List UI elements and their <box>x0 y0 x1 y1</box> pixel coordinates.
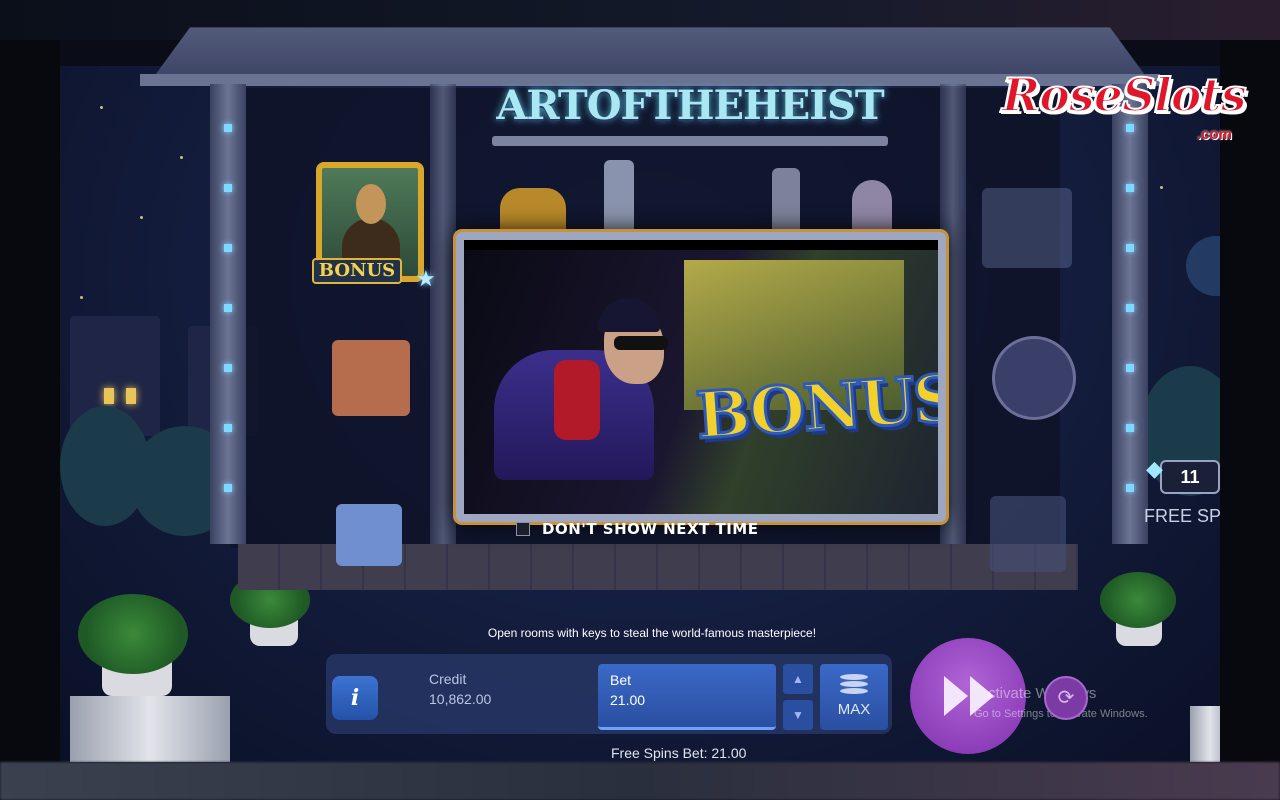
video-letterbox-bottom <box>0 762 1280 800</box>
painting-figure-face <box>356 184 386 224</box>
column-light <box>1126 424 1134 432</box>
title-underline-bar <box>492 136 888 146</box>
max-bet-button[interactable]: MAX <box>820 664 888 730</box>
hint-bar: Open rooms with keys to steal the world-… <box>0 626 1280 640</box>
moon <box>1186 236 1220 296</box>
free-spins-bet: Free Spins Bet: 21.00 <box>611 745 747 761</box>
coin-shape <box>840 674 868 680</box>
painting-figure-body <box>342 218 400 258</box>
star-decoration <box>100 106 103 109</box>
bet-display: Bet 21.00 <box>598 664 776 730</box>
roseslots-logo: RoseSlots .com <box>996 54 1268 150</box>
max-label: MAX <box>837 701 871 718</box>
star-decoration <box>80 296 83 299</box>
letter-k-symbol <box>990 496 1066 572</box>
diamond-icon: ◆ <box>1146 456 1163 481</box>
column-light <box>1126 304 1134 312</box>
coins-icon <box>840 674 868 694</box>
credit-value: 10,862.00 <box>429 691 492 707</box>
thief-hair <box>598 298 660 332</box>
chevron-up-icon: ▲ <box>792 672 804 686</box>
bonus-intro-popup[interactable]: BONUS <box>456 232 946 522</box>
dont-show-next-time-option[interactable]: DON'T SHOW NEXT TIME <box>516 518 758 540</box>
bet-value: 21.00 <box>610 692 646 708</box>
column-light <box>224 124 232 132</box>
dont-show-label: DON'T SHOW NEXT TIME <box>542 520 759 538</box>
museum-column-left <box>210 84 246 544</box>
statue-symbol <box>604 160 634 238</box>
stone-pedestal <box>70 696 230 762</box>
star-decoration <box>1160 186 1163 189</box>
keypad-symbol <box>336 504 402 566</box>
info-button[interactable]: i <box>332 676 378 720</box>
video-side-left <box>0 40 60 762</box>
game-title: ARTOFTHEHEIST <box>496 82 884 129</box>
lit-window <box>104 388 114 404</box>
bet-label: Bet <box>610 672 632 688</box>
popup-animation-scene: BONUS <box>464 250 938 514</box>
star-icon: ★ <box>416 266 436 291</box>
logo-domain: .com <box>1196 126 1232 143</box>
letter-a-symbol <box>982 188 1072 268</box>
bet-decrease-button[interactable]: ▼ <box>783 700 813 730</box>
column-light <box>1126 364 1134 372</box>
autoplay-icon: ⟳ <box>1057 687 1075 709</box>
column-light <box>224 244 232 252</box>
coin-shape <box>840 681 868 687</box>
thief-scarf <box>554 360 600 440</box>
hint-text: Open rooms with keys to steal the world-… <box>487 626 817 640</box>
artifact-symbol <box>992 336 1076 420</box>
star-decoration <box>140 216 143 219</box>
bust-symbol <box>852 180 892 238</box>
stone-pedestal <box>1190 706 1220 762</box>
building-symbol <box>332 340 410 416</box>
logo-text: RoseSlots <box>1001 67 1248 123</box>
column-light <box>224 484 232 492</box>
vase-symbol <box>772 168 800 238</box>
museum-column-right <box>1112 84 1148 544</box>
game-title-banner: ARTOFTHEHEIST <box>480 80 900 160</box>
free-spins-counter: 11 ◆ FREE SP <box>1144 456 1224 536</box>
column-light <box>224 364 232 372</box>
column-light <box>224 184 232 192</box>
column-light <box>1126 484 1134 492</box>
autoplay-button[interactable]: ⟳ <box>1044 676 1088 720</box>
dont-show-checkbox[interactable] <box>516 522 530 536</box>
bet-increase-button[interactable]: ▲ <box>783 664 813 694</box>
lit-window <box>126 388 136 404</box>
column-light <box>1126 184 1134 192</box>
coin-shape <box>840 688 868 694</box>
column-light <box>1126 244 1134 252</box>
column-light <box>224 424 232 432</box>
bonus-symbol-label: BONUS <box>312 258 402 284</box>
thief-mask <box>614 336 668 350</box>
column-light <box>224 304 232 312</box>
reel-divider-column <box>430 84 456 544</box>
crown-symbol <box>500 188 566 238</box>
credit-label: Credit <box>429 671 467 687</box>
chevron-down-icon: ▼ <box>792 708 804 722</box>
free-spins-label: FREE SP <box>1144 506 1222 526</box>
